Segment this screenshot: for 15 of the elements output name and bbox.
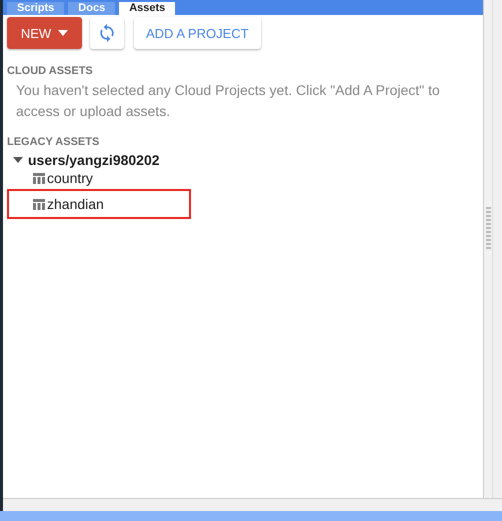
- add-project-button[interactable]: ADD A PROJECT: [134, 17, 261, 49]
- asset-item[interactable]: zhandian: [33, 196, 104, 212]
- asset-item[interactable]: country: [33, 170, 93, 186]
- table-icon: [33, 172, 45, 184]
- info-message: You haven't selected any Cloud Projects yet. Click "Add A Project" to access or upload assets.: [16, 81, 441, 121]
- refresh-button[interactable]: [90, 17, 124, 49]
- new-button[interactable]: NEW: [7, 17, 82, 49]
- table-icon: [33, 198, 45, 210]
- expand-triangle-icon[interactable]: [13, 157, 23, 163]
- folder-label[interactable]: users/yangzi980202: [28, 152, 160, 168]
- section-heading: LEGACY ASSETS: [7, 136, 100, 148]
- section-heading: CLOUD ASSETS: [7, 65, 94, 77]
- resize-handle[interactable]: [486, 207, 490, 251]
- caret-icon: [58, 30, 68, 36]
- tab[interactable]: Assets: [119, 2, 176, 15]
